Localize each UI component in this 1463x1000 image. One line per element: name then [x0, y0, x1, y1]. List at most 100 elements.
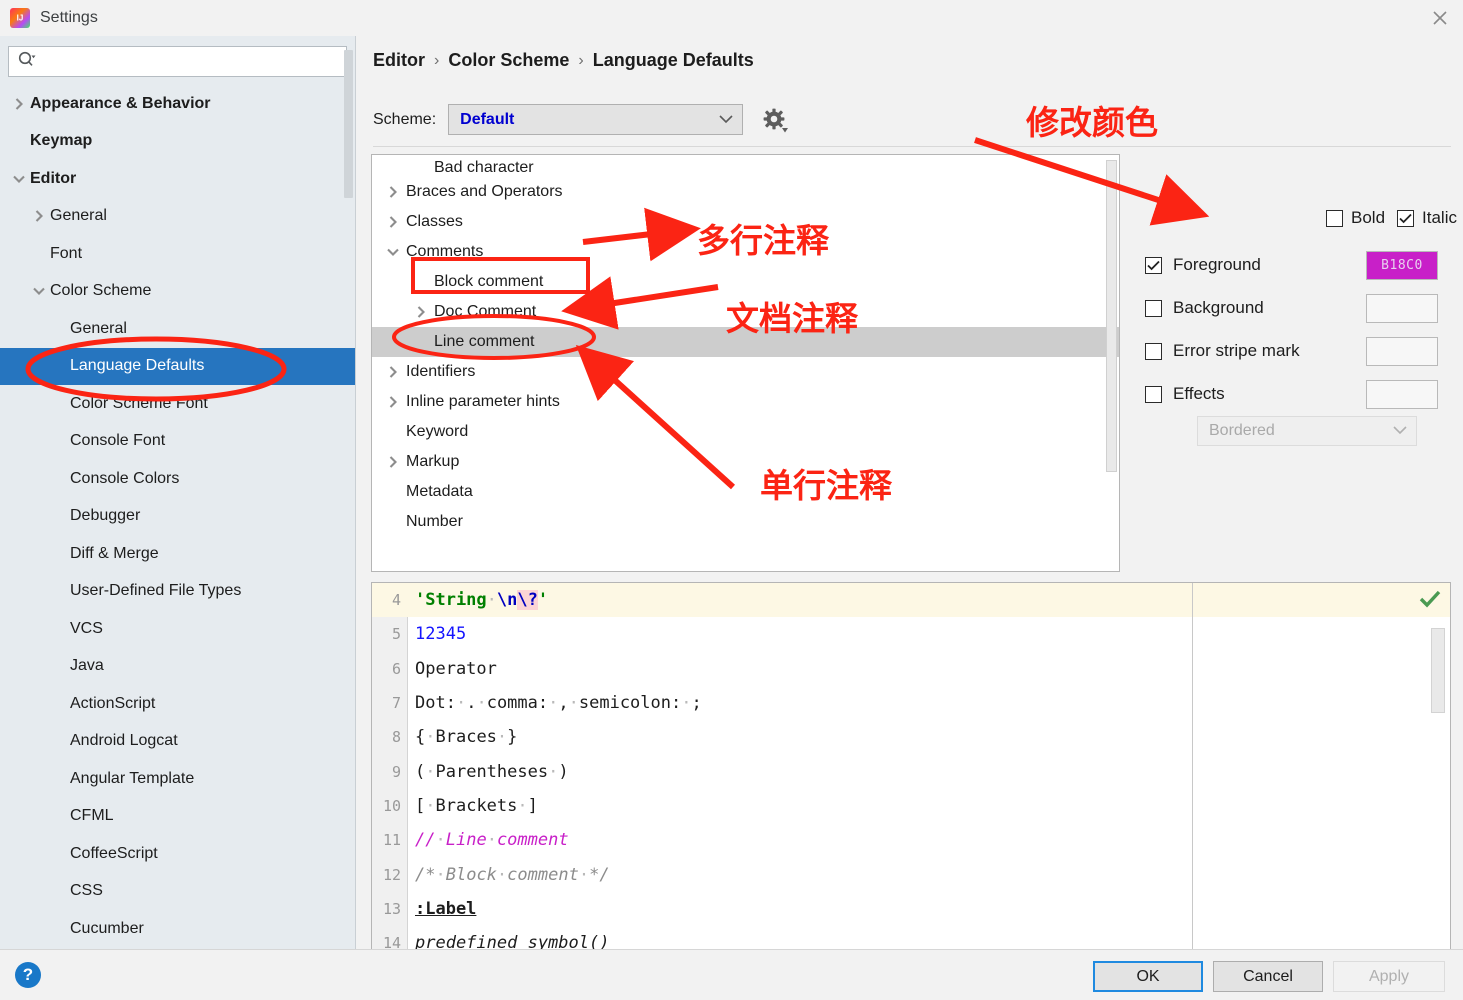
attribute-item-metadata[interactable]: Metadata: [372, 477, 1119, 507]
chevron-right-icon[interactable]: [380, 395, 406, 409]
chevron-right-icon[interactable]: [380, 455, 406, 469]
sidebar-item-debugger[interactable]: Debugger: [0, 498, 355, 536]
preview-line[interactable]: 6 Operator: [372, 652, 1450, 686]
sidebar-item-actionscript[interactable]: ActionScript: [0, 685, 355, 723]
apply-button[interactable]: Apply: [1333, 961, 1445, 992]
preview-line[interactable]: 11 //·Line·comment: [372, 823, 1450, 857]
sidebar-item-label: ActionScript: [70, 694, 156, 712]
chevron-down-icon[interactable]: [8, 173, 30, 185]
bold-checkbox[interactable]: [1326, 209, 1343, 227]
chevron-right-icon[interactable]: [380, 365, 406, 379]
italic-checkbox[interactable]: [1397, 209, 1415, 227]
sidebar-item-cucumber[interactable]: Cucumber: [0, 910, 355, 945]
chevron-right-icon[interactable]: [380, 185, 406, 199]
sidebar-item-cfml[interactable]: CFML: [0, 798, 355, 836]
sidebar-item-font[interactable]: Font: [0, 235, 355, 273]
sidebar-scrollbar-thumb[interactable]: [344, 50, 353, 198]
attribute-item-line-comment[interactable]: Line comment: [372, 327, 1119, 357]
foreground-checkbox[interactable]: [1145, 256, 1162, 274]
attribute-item-bad-character[interactable]: Bad character: [372, 155, 1119, 177]
sidebar-item-label: Language Defaults: [70, 357, 205, 375]
attribute-item-block-comment[interactable]: Block comment: [372, 267, 1119, 297]
attribute-item-keyword[interactable]: Keyword: [372, 417, 1119, 447]
sidebar-item-angular-template[interactable]: Angular Template: [0, 760, 355, 798]
attribute-item-braces-and-operators[interactable]: Braces and Operators: [372, 177, 1119, 207]
sidebar-scrollbar[interactable]: [344, 36, 353, 894]
attribute-item-number[interactable]: Number: [372, 507, 1119, 537]
preview-line[interactable]: 10 [·Brackets·]: [372, 789, 1450, 823]
preview-line-number: 12: [382, 865, 401, 884]
sidebar-item-color-scheme[interactable]: Color Scheme: [0, 273, 355, 311]
sidebar-item-console-font[interactable]: Console Font: [0, 423, 355, 461]
settings-category-tree[interactable]: Appearance & Behavior Keymap Editor General…: [0, 85, 355, 945]
attributes-scrollbar-thumb[interactable]: [1106, 160, 1117, 472]
scheme-select-value: Default: [460, 110, 515, 128]
chevron-right-icon[interactable]: [28, 209, 50, 223]
bold-checkbox-item[interactable]: Bold: [1326, 208, 1385, 228]
preview-line[interactable]: 8 {·Braces·}: [372, 720, 1450, 754]
sidebar-item-user-defined-file-types[interactable]: User-Defined File Types: [0, 573, 355, 611]
sidebar-item-color-scheme-font[interactable]: Color Scheme Font: [0, 385, 355, 423]
error-stripe-mark-color-swatch[interactable]: [1366, 336, 1438, 366]
preview-line[interactable]: 4 'String·\n\?': [372, 583, 1450, 618]
breadcrumb-item-color-scheme[interactable]: Color Scheme: [448, 50, 569, 71]
help-button[interactable]: ?: [15, 962, 41, 988]
italic-label: Italic: [1422, 208, 1457, 227]
breadcrumb-item-editor[interactable]: Editor: [373, 50, 425, 71]
preview-line[interactable]: 7 Dot:·.·comma:·,·semicolon:·;: [372, 686, 1450, 720]
code-preview[interactable]: 4 'String·\n\?' 5 12345 6 Operator 7 Dot:·.·com…: [371, 582, 1451, 962]
attribute-item-classes[interactable]: Classes: [372, 207, 1119, 237]
sidebar-item-keymap[interactable]: Keymap: [0, 123, 355, 161]
preview-line[interactable]: 12 /*·Block·comment·*/: [372, 857, 1450, 891]
chevron-right-icon[interactable]: [408, 305, 434, 319]
cancel-button[interactable]: Cancel: [1213, 961, 1323, 992]
attribute-item-inline-parameter-hints[interactable]: Inline parameter hints: [372, 387, 1119, 417]
scheme-select[interactable]: Default: [448, 104, 744, 135]
italic-checkbox-item[interactable]: Italic: [1397, 208, 1457, 228]
attribute-item-doc-comment[interactable]: Doc Comment: [372, 297, 1119, 327]
sidebar-item-editor[interactable]: Editor: [0, 160, 355, 198]
sidebar-item-android-logcat[interactable]: Android Logcat: [0, 723, 355, 761]
error-stripe-mark-checkbox[interactable]: [1145, 342, 1162, 360]
ok-button[interactable]: OK: [1093, 961, 1203, 992]
preview-code[interactable]: 4 'String·\n\?' 5 12345 6 Operator 7 Dot:·.·com…: [372, 583, 1450, 960]
preview-line[interactable]: 5 12345: [372, 617, 1450, 651]
sidebar-item-vcs[interactable]: VCS: [0, 610, 355, 648]
attribute-item-label: Keyword: [406, 423, 469, 440]
sidebar-item-appearance-behavior[interactable]: Appearance & Behavior: [0, 85, 355, 123]
gear-icon[interactable]: [762, 107, 789, 133]
background-checkbox[interactable]: [1145, 299, 1162, 317]
foreground-color-swatch[interactable]: B18C0: [1366, 250, 1438, 280]
attribute-item-identifiers[interactable]: Identifiers: [372, 357, 1119, 387]
sidebar-item-general[interactable]: General: [0, 198, 355, 236]
preview-line[interactable]: 9 (·Parentheses·): [372, 754, 1450, 788]
attribute-item-markup[interactable]: Markup: [372, 447, 1119, 477]
sidebar-item-console-colors[interactable]: Console Colors: [0, 460, 355, 498]
sidebar-item-java[interactable]: Java: [0, 648, 355, 686]
sidebar-item-general[interactable]: General: [0, 310, 355, 348]
effects-type-select[interactable]: Bordered: [1197, 416, 1417, 446]
sidebar-item-language-defaults[interactable]: Language Defaults: [0, 347, 355, 385]
sidebar-item-diff-merge[interactable]: Diff & Merge: [0, 535, 355, 573]
attributes-scrollbar[interactable]: [1106, 157, 1117, 569]
preview-splitter[interactable]: [1192, 583, 1193, 961]
sidebar-item-coffeescript[interactable]: CoffeeScript: [0, 835, 355, 873]
chevron-down-icon[interactable]: [380, 246, 406, 258]
effects-checkbox[interactable]: [1145, 385, 1162, 403]
color-attributes-tree[interactable]: Bad character Braces and Operators Classes…: [371, 154, 1120, 572]
sidebar-item-css[interactable]: CSS: [0, 873, 355, 911]
attribute-item-label: Identifiers: [406, 363, 476, 380]
close-icon[interactable]: [1417, 0, 1463, 36]
effects-color-swatch[interactable]: [1366, 379, 1438, 409]
preview-line-number: 13: [382, 899, 401, 918]
chevron-down-icon[interactable]: [28, 285, 50, 297]
attribute-item-comments[interactable]: Comments: [372, 237, 1119, 267]
search-box[interactable]: [8, 46, 347, 77]
background-color-swatch[interactable]: [1366, 293, 1438, 323]
breadcrumb-item-language-defaults[interactable]: Language Defaults: [593, 50, 754, 71]
preview-line[interactable]: 13:Label: [372, 892, 1450, 926]
preview-scrollbar-thumb[interactable]: [1431, 628, 1445, 713]
chevron-right-icon[interactable]: [8, 97, 30, 111]
chevron-right-icon[interactable]: [380, 215, 406, 229]
search-input[interactable]: [37, 47, 346, 76]
